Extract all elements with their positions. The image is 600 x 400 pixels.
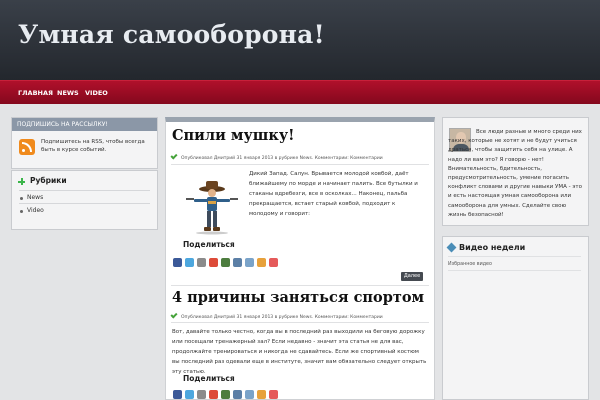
- lj-icon[interactable]: [245, 258, 254, 267]
- site-header: Умная самооборона!: [0, 0, 600, 80]
- video-widget-subtitle: Избранное видео: [448, 262, 492, 267]
- bookmark-icon[interactable]: [221, 390, 230, 399]
- email-icon[interactable]: [197, 390, 206, 399]
- share-more-icon[interactable]: [269, 258, 278, 267]
- facebook-icon[interactable]: [173, 390, 182, 399]
- nav-item-video[interactable]: VIDEO: [85, 89, 108, 97]
- post-title[interactable]: 4 причины заняться спортом: [172, 289, 424, 306]
- post-meta-text: Опубликовал Дмитрий 31 января 2013 в руб…: [181, 156, 383, 161]
- twitter-icon[interactable]: [185, 258, 194, 267]
- video-widget-title: Видео недели: [459, 243, 526, 252]
- google-icon[interactable]: [209, 390, 218, 399]
- post-meta-text: Опубликовал Дмитрий 31 января 2013 в руб…: [181, 315, 383, 320]
- facebook-icon[interactable]: [173, 258, 182, 267]
- divider: [171, 322, 429, 323]
- google-icon[interactable]: [209, 258, 218, 267]
- rss-icon[interactable]: [19, 139, 35, 155]
- post-excerpt: Вот, давайте только честно, когда вы в п…: [172, 329, 427, 375]
- odnoklassniki-icon[interactable]: [257, 258, 266, 267]
- subscribe-heading: ПОДПИШИСЬ НА РАССЫЛКУ!: [12, 118, 157, 131]
- main-nav: ГЛАВНАЯ NEWS VIDEO: [0, 80, 600, 104]
- check-icon: [170, 311, 178, 319]
- rubrics-title: Рубрики: [30, 176, 67, 185]
- email-icon[interactable]: [197, 258, 206, 267]
- share-label: Поделиться: [183, 240, 235, 249]
- bullet-icon: [20, 197, 23, 200]
- divider: [171, 285, 429, 286]
- rubric-divider: [19, 190, 150, 191]
- plus-icon: [18, 178, 25, 185]
- vk-icon[interactable]: [233, 258, 242, 267]
- cowboy-image: [186, 181, 238, 235]
- rubric-divider: [19, 203, 150, 204]
- divider: [171, 164, 429, 165]
- rubric-item-news[interactable]: News: [27, 194, 43, 201]
- divider: [448, 270, 581, 271]
- share-icons: [173, 390, 278, 399]
- share-more-icon[interactable]: [269, 390, 278, 399]
- nav-item-news[interactable]: NEWS: [57, 89, 79, 97]
- site-title[interactable]: Умная самооборона!: [18, 20, 325, 49]
- subscribe-text: Подпишитесь на RSS, чтобы всегда быть в …: [41, 139, 145, 153]
- post-title[interactable]: Спили мушку!: [172, 127, 295, 144]
- share-label: Поделиться: [183, 374, 235, 383]
- check-icon: [170, 152, 178, 160]
- nav-item-home[interactable]: ГЛАВНАЯ: [18, 89, 53, 97]
- video-widget: [442, 236, 589, 400]
- bullet-icon: [20, 210, 23, 213]
- read-more-button[interactable]: Далее: [401, 272, 423, 281]
- divider: [448, 256, 581, 257]
- twitter-icon[interactable]: [185, 390, 194, 399]
- about-text: Все люди разные и много среди них таких,…: [448, 129, 582, 218]
- odnoklassniki-icon[interactable]: [257, 390, 266, 399]
- rubric-item-video[interactable]: Video: [27, 207, 44, 214]
- lj-icon[interactable]: [245, 390, 254, 399]
- vk-icon[interactable]: [233, 390, 242, 399]
- post-excerpt: Дикий Запад. Салун. Врывается молодой ко…: [249, 171, 418, 217]
- share-icons: [173, 258, 278, 267]
- bookmark-icon[interactable]: [221, 258, 230, 267]
- post-meta: Опубликовал Дмитрий 31 января 2013 в руб…: [170, 311, 383, 320]
- post-meta: Опубликовал Дмитрий 31 января 2013 в руб…: [170, 152, 383, 161]
